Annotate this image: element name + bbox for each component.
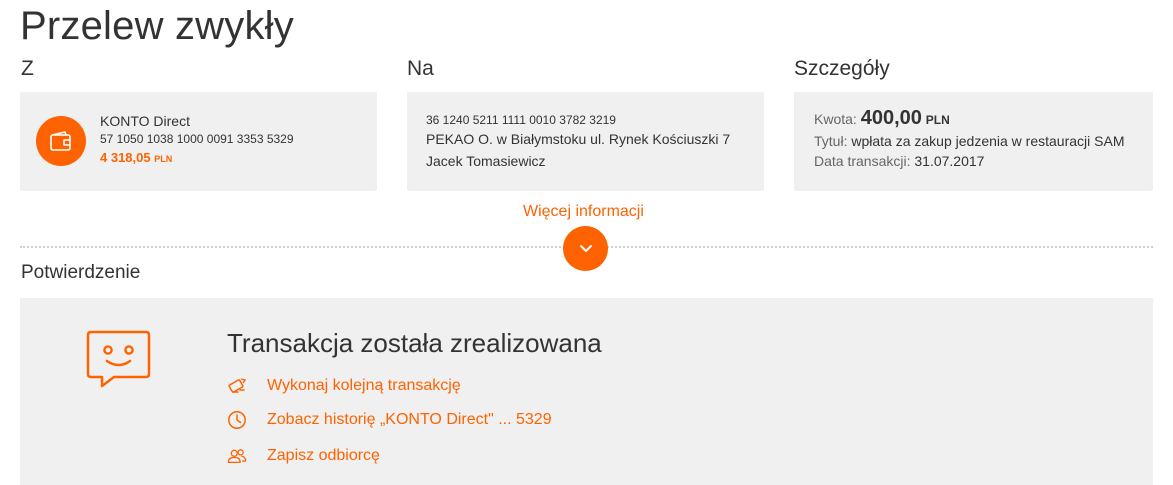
save-recipient-action[interactable]: Zapisz odbiorcę bbox=[227, 446, 380, 466]
title-label: Tytuł: bbox=[814, 133, 848, 149]
clock-icon bbox=[227, 410, 247, 430]
amount-currency: PLN bbox=[925, 113, 950, 127]
people-icon bbox=[227, 446, 247, 466]
amount-label: Kwota: bbox=[814, 111, 857, 127]
expand-button[interactable] bbox=[563, 226, 608, 271]
balance-value: 4 318,05 bbox=[100, 150, 151, 165]
history-label: Zobacz historię „KONTO Direct" ... 5329 bbox=[267, 411, 552, 428]
new-transaction-action[interactable]: Wykonaj kolejną transakcję bbox=[227, 376, 461, 396]
from-heading: Z bbox=[21, 57, 34, 80]
amount-row: Kwota: 400,00 PLN bbox=[814, 108, 1125, 128]
amount-value: 400,00 bbox=[860, 107, 922, 129]
title-value: wpłata za zakup jedzenia w restauracji S… bbox=[851, 133, 1125, 149]
details-card: Kwota: 400,00 PLN Tytuł: wpłata za zakup… bbox=[794, 92, 1153, 191]
confirmation-panel: Transakcja została zrealizowana Wykonaj … bbox=[20, 298, 1153, 485]
confirmation-title: Transakcja została zrealizowana bbox=[227, 328, 602, 358]
chevron-down-icon bbox=[579, 245, 592, 252]
transfer-icon bbox=[227, 376, 247, 396]
smiley-chat-icon bbox=[86, 328, 152, 395]
confirmation-heading: Potwierdzenie bbox=[21, 262, 141, 283]
from-account-number: 57 1050 1038 1000 0091 3353 5329 bbox=[100, 132, 294, 146]
to-heading: Na bbox=[407, 57, 434, 80]
history-action[interactable]: Zobacz historię „KONTO Direct" ... 5329 bbox=[227, 410, 552, 430]
balance-currency: PLN bbox=[154, 154, 173, 164]
title-row: Tytuł: wpłata za zakup jedzenia w restau… bbox=[814, 134, 1125, 148]
date-value: 31.07.2017 bbox=[914, 153, 985, 169]
from-account-balance: 4 318,05 PLN bbox=[100, 151, 294, 164]
date-label: Data transakcji: bbox=[814, 153, 911, 169]
more-info-link[interactable]: Więcej informacji bbox=[523, 203, 644, 221]
details-heading: Szczegóły bbox=[794, 57, 890, 80]
from-account-card: KONTO Direct 57 1050 1038 1000 0091 3353… bbox=[20, 92, 377, 191]
to-account-name: Jacek Tomasiewicz bbox=[426, 153, 546, 169]
wallet-icon bbox=[36, 116, 86, 166]
to-account-number: 36 1240 5211 1111 0010 3782 3219 bbox=[426, 113, 616, 127]
from-account-name: KONTO Direct bbox=[100, 113, 190, 129]
save-recipient-label: Zapisz odbiorcę bbox=[267, 447, 380, 464]
page-title: Przelew zwykły bbox=[20, 4, 294, 48]
new-transaction-label: Wykonaj kolejną transakcję bbox=[267, 377, 461, 394]
date-row: Data transakcji: 31.07.2017 bbox=[814, 154, 1125, 168]
to-account-bank: PEKAO O. w Białymstoku ul. Rynek Kościus… bbox=[426, 131, 731, 147]
to-account-card: 36 1240 5211 1111 0010 3782 3219 PEKAO O… bbox=[407, 92, 764, 191]
